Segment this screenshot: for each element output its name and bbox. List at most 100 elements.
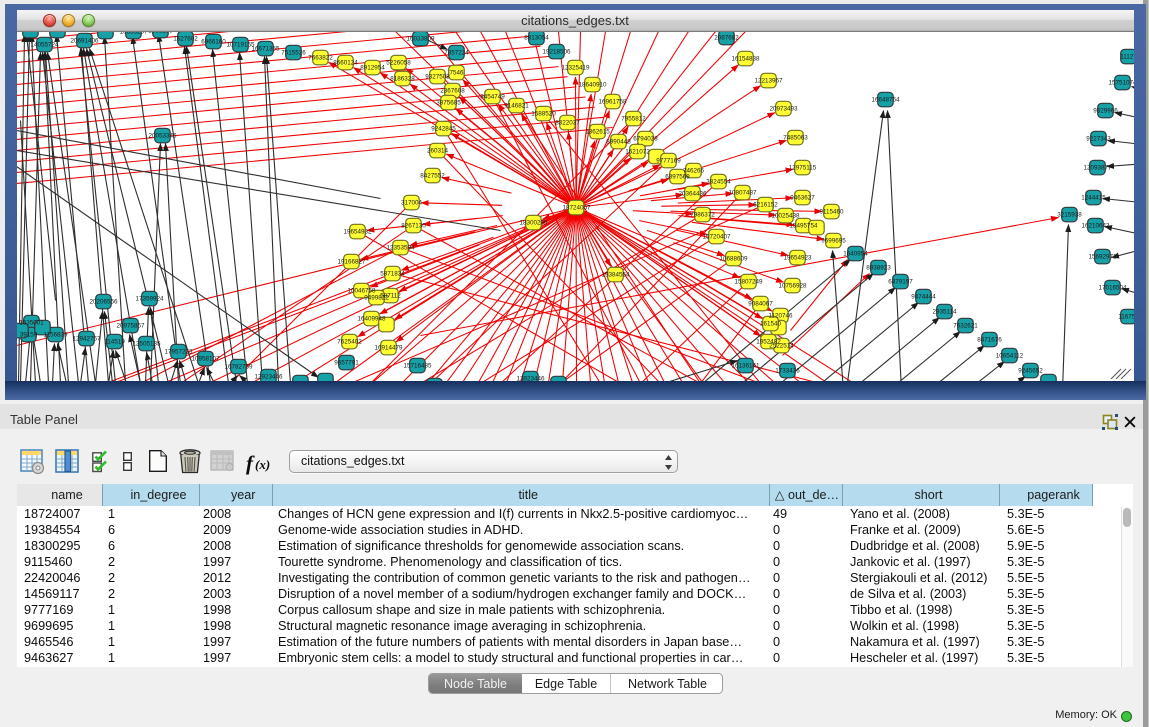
svg-text:260314: 260314 <box>426 147 448 154</box>
svg-text:10654112: 10654112 <box>995 352 1023 359</box>
svg-text:14055724: 14055724 <box>30 41 59 48</box>
svg-text:15716485: 15716485 <box>403 362 432 369</box>
svg-text:2367608: 2367608 <box>440 87 465 94</box>
svg-text:6216152: 6216152 <box>753 201 778 208</box>
svg-text:20364436: 20364436 <box>678 190 707 197</box>
svg-text:6966160: 6966160 <box>201 38 226 45</box>
svg-text:15751074: 15751074 <box>1108 79 1134 86</box>
svg-text:7986372: 7986372 <box>690 211 715 218</box>
svg-text:10807487: 10807487 <box>728 189 757 196</box>
svg-text:f: f <box>246 451 255 475</box>
svg-text:9084067: 9084067 <box>748 300 773 307</box>
svg-text:1120746: 1120746 <box>768 312 793 319</box>
svg-text:8186328: 8186328 <box>390 75 415 82</box>
svg-text:16914479: 16914479 <box>374 344 403 351</box>
svg-text:5226058: 5226058 <box>386 59 411 66</box>
svg-text:16961758: 16961758 <box>598 98 627 105</box>
svg-text:19654923: 19654923 <box>783 254 812 261</box>
svg-text:1093139: 1093139 <box>148 32 173 35</box>
svg-text:6897568: 6897568 <box>665 173 690 180</box>
svg-text:2935114: 2935114 <box>932 308 957 315</box>
svg-text:9777169: 9777169 <box>656 157 681 164</box>
svg-text:8454749: 8454749 <box>480 93 505 100</box>
svg-text:3875685: 3875685 <box>436 99 461 106</box>
svg-text:20206556: 20206556 <box>89 298 118 305</box>
svg-text:8912954: 8912954 <box>360 64 385 71</box>
svg-text:161540: 161540 <box>759 320 781 327</box>
svg-text:39159: 39159 <box>19 331 37 338</box>
svg-text:10046758: 10046758 <box>347 287 376 294</box>
svg-text:9474444: 9474444 <box>911 293 936 300</box>
svg-text:8267130: 8267130 <box>401 222 426 229</box>
svg-text:6794028: 6794028 <box>633 135 658 142</box>
svg-text:16136141: 16136141 <box>731 362 760 369</box>
svg-text:10756928: 10756928 <box>778 282 807 289</box>
svg-text:6479197: 6479197 <box>888 278 913 285</box>
svg-text:1535001: 1535001 <box>19 319 44 326</box>
svg-text:7955812: 7955812 <box>621 115 646 122</box>
svg-text:3824554: 3824554 <box>706 178 731 185</box>
svg-text:7515526: 7515526 <box>281 49 306 56</box>
svg-text:12213967: 12213967 <box>754 77 783 84</box>
svg-text:17016504: 17016504 <box>1098 284 1127 291</box>
svg-text:19166827: 19166827 <box>337 258 366 265</box>
svg-text:317004: 317004 <box>400 199 422 206</box>
svg-text:7546: 7546 <box>449 69 464 76</box>
svg-text:12325419: 12325419 <box>561 64 590 71</box>
svg-text:1156839: 1156839 <box>43 331 68 338</box>
svg-text:16648764: 16648764 <box>871 96 900 103</box>
svg-text:20973493: 20973493 <box>769 105 798 112</box>
svg-text:12505135: 12505135 <box>132 340 161 347</box>
svg-text:12975115: 12975115 <box>788 164 816 171</box>
svg-text:9327508: 9327508 <box>425 73 450 80</box>
svg-text:20691406: 20691406 <box>70 37 99 44</box>
svg-text:15495754: 15495754 <box>789 222 818 229</box>
svg-text:1733426: 1733426 <box>775 367 800 374</box>
svg-text:12093877: 12093877 <box>1083 164 1112 171</box>
svg-text:19384554: 19384554 <box>601 271 630 278</box>
svg-text:8322037: 8322037 <box>555 119 580 126</box>
svg-text:17957223: 17957223 <box>164 348 193 355</box>
svg-text:5871834: 5871834 <box>380 270 405 277</box>
svg-text:18724007: 18724007 <box>562 204 591 211</box>
svg-text:9499822: 9499822 <box>364 294 389 301</box>
svg-text:8427552: 8427552 <box>420 172 445 179</box>
svg-text:7485063: 7485063 <box>783 134 808 141</box>
svg-text:8471676: 8471676 <box>977 336 1002 343</box>
svg-text:10958107: 10958107 <box>191 355 220 362</box>
svg-text:9242845: 9242845 <box>431 125 456 132</box>
svg-text:8938923: 8938923 <box>866 264 891 271</box>
svg-text:9657791: 9657791 <box>334 359 359 366</box>
svg-text:15807249: 15807249 <box>734 278 763 285</box>
svg-text:11127: 11127 <box>1120 53 1134 60</box>
svg-text:2087682: 2087682 <box>714 34 739 41</box>
svg-text:1952482: 1952482 <box>756 338 781 345</box>
svg-text:7663822: 7663822 <box>308 54 333 61</box>
svg-text:10688609: 10688609 <box>719 255 748 262</box>
svg-text:116753: 116753 <box>1118 313 1134 320</box>
svg-text:10653287: 10653287 <box>119 32 148 36</box>
svg-text:1244415: 1244415 <box>1081 194 1106 201</box>
svg-text:20975857: 20975857 <box>116 322 145 329</box>
svg-text:9115460: 9115460 <box>819 208 844 215</box>
svg-text:16782759: 16782759 <box>224 363 253 370</box>
svg-text:16154838: 16154838 <box>731 55 760 62</box>
svg-text:9329966: 9329966 <box>1093 107 1118 114</box>
svg-text:20053346: 20053346 <box>148 132 177 139</box>
svg-text:12923446: 12923446 <box>254 373 283 380</box>
svg-text:16210643: 16210643 <box>1081 222 1110 229</box>
svg-text:18640910: 18640910 <box>578 81 607 88</box>
svg-text:1640954: 1640954 <box>843 250 868 257</box>
svg-text:18300295: 18300295 <box>519 219 548 226</box>
svg-text:12353594: 12353594 <box>386 244 415 251</box>
svg-text:9463627: 9463627 <box>790 194 815 201</box>
svg-text:8660124: 8660124 <box>333 59 358 66</box>
svg-text:15720407: 15720407 <box>702 233 731 240</box>
svg-text:114519: 114519 <box>104 338 125 345</box>
svg-text:1527602: 1527602 <box>173 35 198 42</box>
svg-text:16033809: 16033809 <box>406 35 435 42</box>
svg-text:10025438: 10025438 <box>771 212 800 219</box>
svg-text:9227343: 9227343 <box>1086 135 1111 142</box>
svg-text:19654932: 19654932 <box>343 228 372 235</box>
svg-text:9699695: 9699695 <box>821 237 846 244</box>
